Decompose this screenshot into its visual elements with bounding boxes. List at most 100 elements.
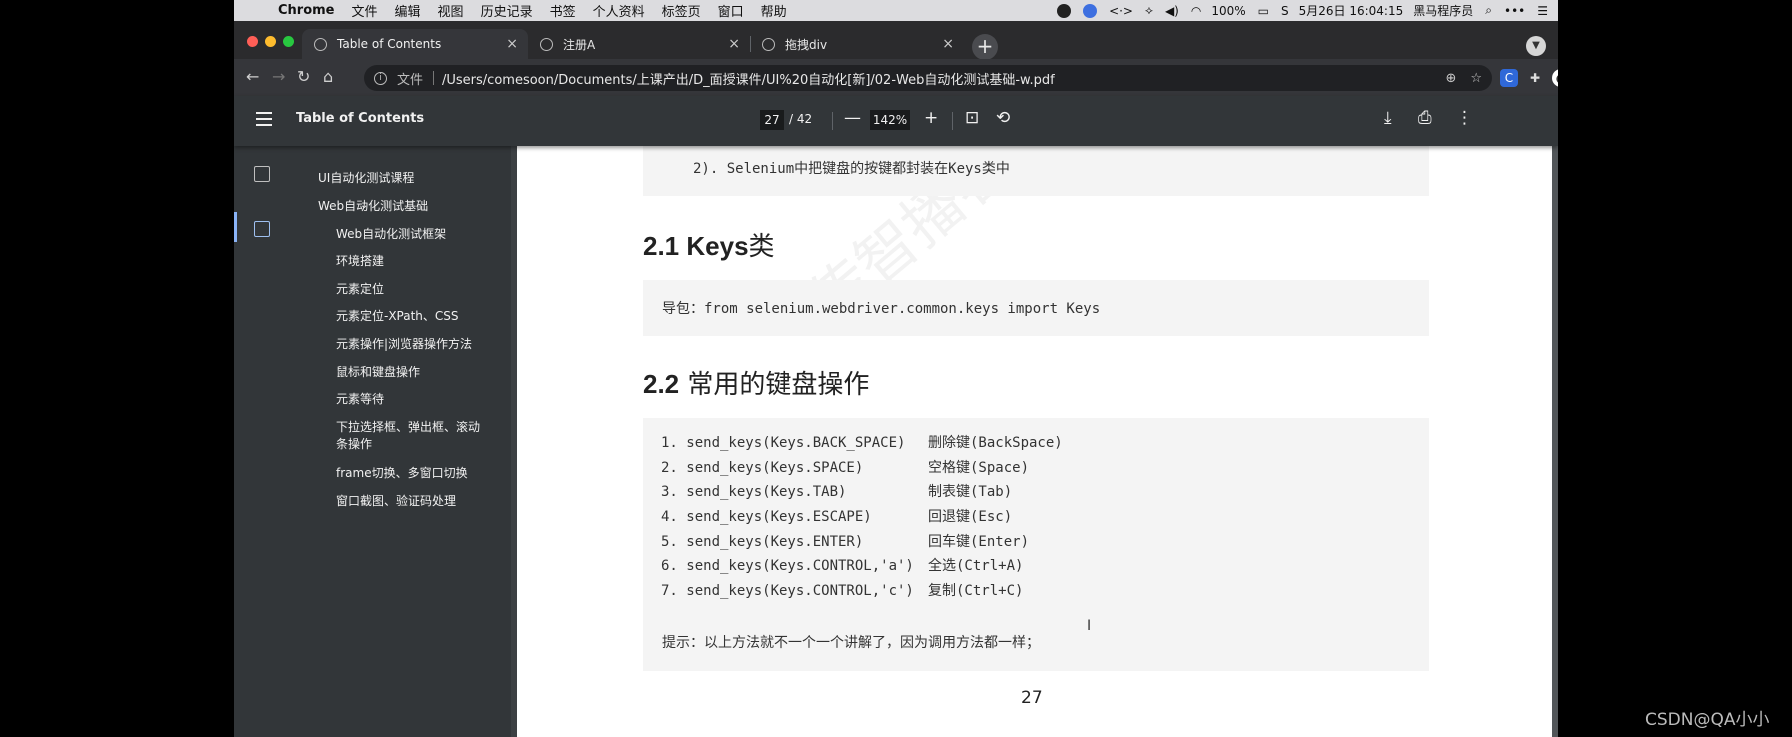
s-app-icon[interactable]: S	[1281, 4, 1289, 18]
profile-avatar[interactable]: ●	[1552, 69, 1558, 87]
menu-help[interactable]: 帮助	[761, 1, 787, 20]
address-bar[interactable]: i 文件 /Users/comesoon/Documents/上课产出/D_面授…	[364, 65, 1492, 91]
outline-icon[interactable]	[254, 221, 270, 237]
op-code: 4. send_keys(Keys.ESCAPE)	[661, 509, 872, 526]
tab-search-icon[interactable]: ▼	[1526, 36, 1546, 56]
control-icon[interactable]: ⟡	[1145, 3, 1153, 18]
page-total: / 42	[789, 112, 813, 126]
battery-icon[interactable]: ▭	[1258, 4, 1269, 18]
outline-item[interactable]: 元素操作|浏览器操作方法	[336, 336, 472, 353]
more-icon[interactable]: •••	[1504, 4, 1525, 18]
info-icon[interactable]: i	[374, 71, 387, 85]
page-number-input[interactable]: 27	[760, 110, 784, 130]
outline-item[interactable]: 环境搭建	[336, 253, 384, 270]
thumbnails-icon[interactable]	[254, 166, 270, 182]
menu-view[interactable]: 视图	[438, 1, 464, 20]
close-tab-icon[interactable]: ×	[942, 36, 954, 52]
pdf-title: Table of Contents	[296, 111, 425, 126]
text-cursor-icon: I	[1087, 618, 1092, 634]
download-icon[interactable]: ⤓	[1384, 108, 1392, 128]
home-icon[interactable]: ⌂	[323, 67, 333, 86]
pdf-toolbar: Table of Contents 27 / 42 — 142% + ⊡ ⟲ ⤓…	[234, 96, 1558, 146]
list-item: 7. send_keys(Keys.CONTROL,'c') 复制(Ctrl+C)	[661, 580, 1421, 605]
volume-icon[interactable]: ◀)	[1165, 4, 1179, 18]
tab-drag-div[interactable]: 拖拽div ×	[750, 29, 964, 59]
menu-profile[interactable]: 个人资料	[593, 1, 645, 20]
screen: Chrome 文件 编辑 视图 历史记录 书签 个人资料 标签页 窗口 帮助 <…	[234, 0, 1558, 737]
extensions-puzzle-icon[interactable]: ✚	[1526, 69, 1544, 87]
window-maximize-button[interactable]	[283, 36, 294, 47]
ops-list: 1. send_keys(Keys.BACK_SPACE) 删除键(BackSpa…	[661, 432, 1421, 605]
code-block: 1. send_keys(Keys.BACK_SPACE) 删除键(BackSpa…	[643, 418, 1429, 671]
list-item: 6. send_keys(Keys.CONTROL,'a') 全选(Ctrl+A)	[661, 555, 1421, 580]
window-minimize-button[interactable]	[265, 36, 276, 47]
pause-icon[interactable]	[1083, 3, 1098, 18]
op-desc: 空格键(Space)	[928, 459, 1030, 476]
menu-history[interactable]: 历史记录	[481, 1, 533, 20]
tab-register-a[interactable]: 注册A ×	[528, 29, 751, 59]
outline-item[interactable]: Web自动化测试框架	[336, 226, 446, 243]
browser-toolbar: ← → ↻ ⌂ i 文件 /Users/comesoon/Documents/上…	[234, 59, 1558, 96]
menu-icon[interactable]	[256, 112, 272, 126]
outline-item[interactable]: 元素等待	[336, 391, 384, 408]
heading-keys: 2.1 Keys类	[643, 226, 775, 263]
divider	[433, 71, 435, 85]
zoom-level-input[interactable]: 142%	[870, 110, 910, 130]
more-options-icon[interactable]: ⋮	[1456, 108, 1473, 128]
wifi-icon[interactable]: ◠	[1191, 4, 1201, 18]
new-tab-button[interactable]: +	[972, 34, 998, 60]
op-code: 2. send_keys(Keys.SPACE)	[661, 459, 864, 476]
globe-icon	[314, 37, 327, 51]
forward-icon[interactable]: →	[272, 67, 285, 86]
pdf-sidebar: UI自动化测试课程 ⌄ Web自动化测试基础 Web自动化测试框架 环境搭建 元…	[234, 146, 511, 737]
fit-page-icon[interactable]: ⊡	[965, 108, 979, 128]
outline-item[interactable]: 下拉选择框、弹出框、滚动	[336, 419, 480, 436]
outline-item[interactable]: Web自动化测试基础	[318, 198, 428, 215]
outline-item[interactable]: 元素定位-XPath、CSS	[336, 308, 459, 325]
reload-icon[interactable]: ↻	[297, 67, 310, 86]
zoom-out-icon[interactable]: —	[844, 108, 861, 128]
notification-center-icon[interactable]: ☰	[1537, 4, 1548, 18]
spotlight-search-icon[interactable]: ⌕	[1485, 3, 1492, 18]
op-desc: 复制(Ctrl+C)	[928, 583, 1024, 600]
code-block: 2). Selenium中把键盘的按键都封装在Keys类中	[643, 146, 1429, 196]
op-code: 1. send_keys(Keys.BACK_SPACE)	[661, 435, 906, 451]
menu-edit[interactable]: 编辑	[395, 1, 421, 20]
outline-item[interactable]: 鼠标和键盘操作	[336, 364, 420, 381]
zoom-icon[interactable]: ⊕	[1445, 71, 1456, 86]
tab-table-of-contents[interactable]: Table of Contents ×	[302, 29, 528, 59]
menu-bookmarks[interactable]: 书签	[550, 1, 576, 20]
back-icon[interactable]: ←	[246, 67, 259, 86]
list-item: 5. send_keys(Keys.ENTER) 回车键(Enter)	[661, 531, 1421, 556]
bookmark-star-icon[interactable]: ☆	[1470, 71, 1482, 86]
menu-window[interactable]: 窗口	[718, 1, 744, 20]
code-line: 2). Selenium中把键盘的按键都封装在Keys类中	[693, 161, 1010, 177]
extension-icon[interactable]: C	[1500, 69, 1518, 87]
outline-item[interactable]: UI自动化测试课程	[318, 170, 414, 187]
outline-item[interactable]: 窗口截图、验证码处理	[336, 493, 456, 510]
status-area: <·> ⟡ ◀) ◠ 100% ▭ S 5月26日 16:04:15 黑马程序员…	[1057, 2, 1548, 19]
menu-file[interactable]: 文件	[352, 1, 378, 20]
op-desc: 回车键(Enter)	[928, 533, 1030, 550]
csdn-watermark: CSDN@QA小小	[1645, 710, 1770, 730]
divider	[832, 112, 833, 130]
url-text[interactable]: /Users/comesoon/Documents/上课产出/D_面授课件/UI…	[442, 69, 1055, 88]
rotate-icon[interactable]: ⟲	[996, 108, 1010, 128]
clock[interactable]: 5月26日 16:04:15	[1299, 2, 1404, 19]
window-close-button[interactable]	[247, 36, 258, 47]
outline-item[interactable]: 元素定位	[336, 281, 384, 298]
menu-tabs[interactable]: 标签页	[662, 1, 701, 20]
op-desc: 回退键(Esc)	[928, 509, 1013, 526]
zoom-in-icon[interactable]: +	[924, 108, 938, 128]
op-code: 5. send_keys(Keys.ENTER)	[661, 533, 864, 550]
sidebar-tabs	[234, 146, 292, 737]
print-icon[interactable]: ⎙	[1418, 108, 1432, 128]
outline-item[interactable]: 条操作	[336, 436, 372, 453]
close-tab-icon[interactable]: ×	[728, 36, 740, 52]
app-status-icon[interactable]	[1057, 3, 1072, 18]
current-user[interactable]: 黑马程序员	[1413, 2, 1473, 19]
outline-item[interactable]: frame切换、多窗口切换	[336, 465, 468, 482]
code-icon[interactable]: <·>	[1109, 4, 1133, 18]
close-tab-icon[interactable]: ×	[506, 36, 518, 52]
menu-chrome[interactable]: Chrome	[278, 3, 335, 18]
